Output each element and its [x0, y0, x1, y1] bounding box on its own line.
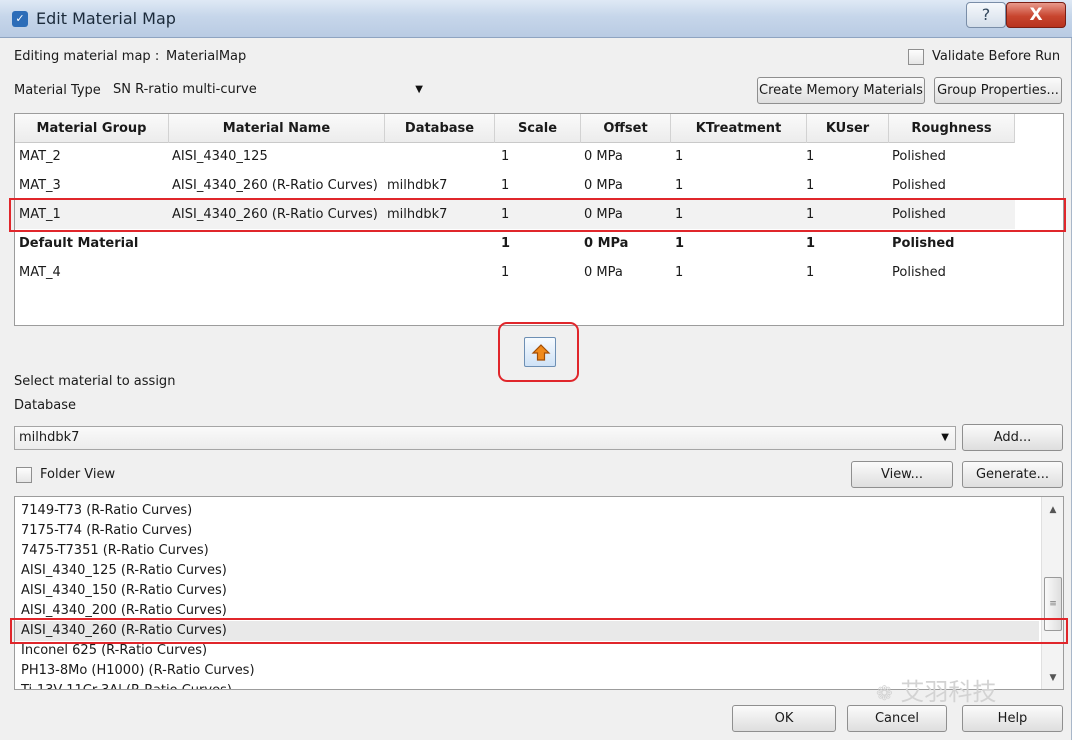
- view-button[interactable]: View...: [851, 461, 953, 488]
- window-title: Edit Material Map: [36, 9, 176, 28]
- list-item[interactable]: PH13-8Mo (H1000) (R-Ratio Curves): [21, 661, 255, 681]
- generate-button[interactable]: Generate...: [962, 461, 1063, 488]
- watermark-text: 艾羽科技: [900, 678, 997, 706]
- list-item[interactable]: 7475-T7351 (R-Ratio Curves): [21, 541, 209, 561]
- cell-kuser: 1: [806, 178, 815, 193]
- assign-material-button[interactable]: [524, 337, 556, 367]
- app-icon: ✓: [12, 11, 28, 27]
- arrow-up-icon: [531, 344, 551, 361]
- edit-material-map-dialog: ✓ Edit Material Map ? X Editing material…: [0, 0, 1072, 740]
- ok-button[interactable]: OK: [732, 705, 836, 732]
- cell-material-group: MAT_4: [19, 265, 61, 280]
- group-properties-button[interactable]: Group Properties...: [934, 77, 1062, 104]
- list-item[interactable]: AISI_4340_150 (R-Ratio Curves): [21, 581, 227, 601]
- cell-ktreatment: 1: [675, 236, 685, 251]
- material-type-value: SN R-ratio multi-curve: [113, 82, 257, 97]
- database-select[interactable]: milhdbk7 ▼: [14, 426, 956, 450]
- cell-ktreatment: 1: [675, 207, 684, 222]
- cell-material-group: MAT_2: [19, 149, 61, 164]
- table-row[interactable]: MAT_4 1 0 MPa 1 1 Polished: [15, 258, 1015, 287]
- cell-kuser: 1: [806, 207, 815, 222]
- material-map-name: MaterialMap: [166, 49, 247, 64]
- cell-kuser: 1: [806, 236, 816, 251]
- cell-offset: 0 MPa: [584, 149, 623, 164]
- help-button[interactable]: Help: [962, 705, 1063, 732]
- col-material-name[interactable]: Material Name: [169, 114, 385, 143]
- table-row-selected[interactable]: MAT_1 AISI_4340_260 (R-Ratio Curves) mil…: [15, 200, 1015, 229]
- cell-material-name: AISI_4340_260 (R-Ratio Curves): [172, 178, 378, 193]
- chevron-down-icon: ▼: [415, 84, 423, 95]
- cell-scale: 1: [501, 207, 510, 222]
- cell-scale: 1: [501, 236, 511, 251]
- cell-material-group: Default Material: [19, 236, 139, 251]
- list-item[interactable]: AISI_4340_125 (R-Ratio Curves): [21, 561, 227, 581]
- cell-offset: 0 MPa: [584, 207, 623, 222]
- cell-material-name: AISI_4340_125: [172, 149, 268, 164]
- col-offset[interactable]: Offset: [581, 114, 671, 143]
- close-button[interactable]: X: [1006, 2, 1066, 28]
- col-material-group[interactable]: Material Group: [15, 114, 169, 143]
- material-type-select[interactable]: SN R-ratio multi-curve ▼: [108, 79, 430, 101]
- cell-kuser: 1: [806, 149, 815, 164]
- cell-scale: 1: [501, 178, 510, 193]
- list-item-selected[interactable]: AISI_4340_260 (R-Ratio Curves): [15, 621, 1039, 641]
- add-button[interactable]: Add...: [962, 424, 1063, 451]
- cell-roughness: Polished: [892, 149, 946, 164]
- col-ktreatment[interactable]: KTreatment: [671, 114, 807, 143]
- table-row[interactable]: MAT_2 AISI_4340_125 1 0 MPa 1 1 Polished: [15, 142, 1015, 171]
- cell-offset: 0 MPa: [584, 265, 623, 280]
- material-map-table: Material Group Material Name Database Sc…: [14, 113, 1064, 326]
- list-item[interactable]: Inconel 625 (R-Ratio Curves): [21, 641, 207, 661]
- scroll-up-icon[interactable]: ▲: [1042, 501, 1063, 519]
- list-scrollbar[interactable]: ▲ ≡ ▼: [1041, 497, 1063, 689]
- cell-scale: 1: [501, 149, 510, 164]
- cell-offset: 0 MPa: [584, 236, 629, 251]
- cell-database: milhdbk7: [387, 178, 448, 193]
- database-select-value: milhdbk7: [19, 430, 80, 445]
- cell-material-group: MAT_3: [19, 178, 61, 193]
- cell-database: milhdbk7: [387, 207, 448, 222]
- cell-offset: 0 MPa: [584, 178, 623, 193]
- wechat-icon: ❁: [876, 681, 893, 705]
- cell-scale: 1: [501, 265, 510, 280]
- cell-ktreatment: 1: [675, 149, 684, 164]
- cell-roughness: Polished: [892, 236, 955, 251]
- select-material-label: Select material to assign: [14, 374, 176, 389]
- table-header: Material Group Material Name Database Sc…: [15, 114, 1015, 143]
- scroll-down-icon[interactable]: ▼: [1042, 669, 1063, 687]
- list-item[interactable]: Ti-13V-11Cr-3Al (R-Ratio Curves): [21, 681, 232, 689]
- col-kuser[interactable]: KUser: [807, 114, 889, 143]
- table-row[interactable]: MAT_3 AISI_4340_260 (R-Ratio Curves) mil…: [15, 171, 1015, 200]
- cell-roughness: Polished: [892, 207, 946, 222]
- material-list: 7149-T73 (R-Ratio Curves) 7175-T74 (R-Ra…: [14, 496, 1064, 690]
- cell-material-group: MAT_1: [19, 207, 61, 222]
- cell-kuser: 1: [806, 265, 815, 280]
- validate-checkbox[interactable]: [908, 49, 924, 65]
- list-item[interactable]: AISI_4340_200 (R-Ratio Curves): [21, 601, 227, 621]
- table-row-default[interactable]: Default Material 1 0 MPa 1 1 Polished: [15, 229, 1015, 258]
- cell-material-name: AISI_4340_260 (R-Ratio Curves): [172, 207, 378, 222]
- folder-view-checkbox[interactable]: [16, 467, 32, 483]
- cell-roughness: Polished: [892, 265, 946, 280]
- list-item[interactable]: 7175-T74 (R-Ratio Curves): [21, 521, 192, 541]
- database-label: Database: [14, 398, 77, 413]
- editing-label: Editing material map :: [14, 49, 160, 64]
- chevron-down-icon: ▼: [941, 432, 949, 443]
- title-bar[interactable]: ✓ Edit Material Map ? X: [0, 0, 1072, 38]
- cancel-button[interactable]: Cancel: [847, 705, 947, 732]
- cell-ktreatment: 1: [675, 265, 684, 280]
- title-help-button[interactable]: ?: [966, 2, 1006, 28]
- create-memory-materials-button[interactable]: Create Memory Materials: [757, 77, 925, 104]
- watermark: ❁ 艾羽科技: [876, 672, 996, 707]
- cell-ktreatment: 1: [675, 178, 684, 193]
- col-database[interactable]: Database: [385, 114, 495, 143]
- material-type-label: Material Type: [14, 83, 101, 98]
- folder-view-label: Folder View: [40, 467, 116, 482]
- col-roughness[interactable]: Roughness: [889, 114, 1015, 143]
- scrollbar-thumb[interactable]: ≡: [1044, 577, 1062, 631]
- validate-label: Validate Before Run: [932, 49, 1061, 64]
- list-item[interactable]: 7149-T73 (R-Ratio Curves): [21, 501, 192, 521]
- cell-roughness: Polished: [892, 178, 946, 193]
- col-scale[interactable]: Scale: [495, 114, 581, 143]
